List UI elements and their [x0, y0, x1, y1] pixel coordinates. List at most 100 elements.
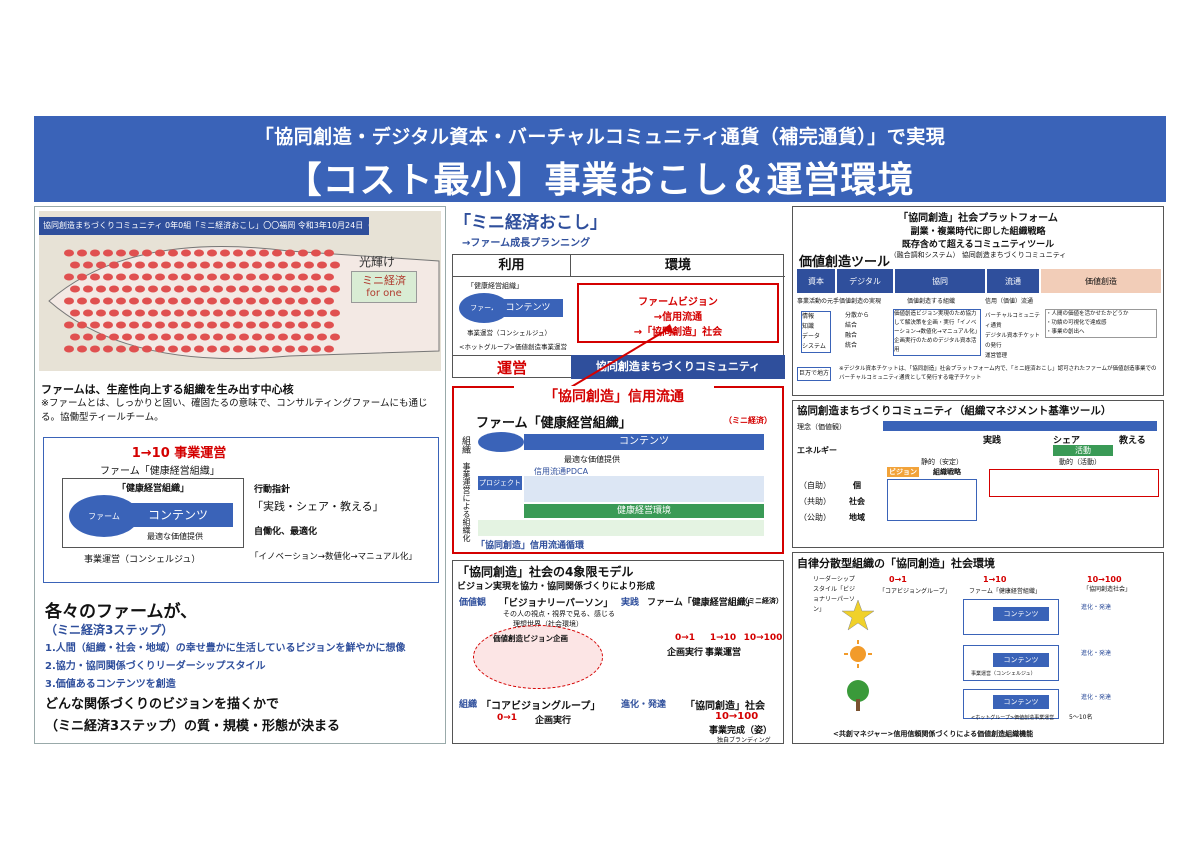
comm-strategy: 組織戦略 [933, 468, 961, 476]
auto-evo1: 進化・発達 [1081, 604, 1112, 611]
fish-scale [142, 273, 152, 281]
s1b-label: 企画実行 [666, 648, 703, 658]
fish-scale [285, 297, 295, 305]
tool-r1-0: 事業活動の元手 [797, 298, 840, 305]
fish-scale [285, 345, 295, 353]
fish-scale [64, 345, 74, 353]
fish-scale [142, 297, 152, 305]
fish-scale [135, 285, 145, 293]
fish-scale [70, 309, 80, 317]
fish-scale [213, 261, 223, 269]
credit-mini: （ミニ経済） [724, 416, 772, 425]
fish-scale [207, 321, 217, 329]
fish-scale [90, 345, 100, 353]
fish-scale [155, 249, 165, 257]
fish-scale [194, 249, 204, 257]
fish-scale [142, 249, 152, 257]
fish-scale [194, 321, 204, 329]
fish-scale [330, 333, 340, 341]
fish-scale [129, 321, 139, 329]
fish-scale [304, 285, 314, 293]
fish-scale [90, 249, 100, 257]
fish-scale [200, 309, 210, 317]
comm-box-blue [887, 479, 977, 521]
fish-scale [83, 309, 93, 317]
fish-scale [291, 333, 301, 341]
fish-scale [311, 249, 321, 257]
fish-scale [155, 345, 165, 353]
fish-scale [324, 249, 334, 257]
fish-scale [324, 297, 334, 305]
fish-scale [226, 333, 236, 341]
fish-scale [272, 249, 282, 257]
fish-scale [148, 261, 158, 269]
fish-scale [174, 261, 184, 269]
fish-scale [285, 321, 295, 329]
fish-scale [194, 345, 204, 353]
fish-scale [324, 321, 334, 329]
comm-practice: 実践 [983, 436, 1002, 446]
right-panel: 「協同創造」社会プラットフォーム 副業・複業時代に即した組織戦略 既存含めて超え… [792, 206, 1164, 744]
comm-node-person: 個 [853, 481, 861, 490]
header-line1: 「協同創造・デジタル資本・バーチャルコミュニティ通貨（補完通貨）」で実現 [254, 126, 946, 148]
credit-title: 「協同創造」信用流通 [514, 386, 714, 406]
fish-scale [122, 261, 132, 269]
bottom-title: 各々のファームが、 [45, 602, 198, 622]
fish-scale [109, 261, 119, 269]
auto-contents1: コンテンツ [993, 607, 1049, 621]
fish-scale [298, 273, 308, 281]
credit-foot: 「協同創造」信用流通循環 [476, 541, 585, 551]
credit-env: 健康経営環境 [524, 504, 764, 518]
fish-scale [174, 333, 184, 341]
tool-title: 価値創造ツール [799, 255, 891, 270]
fish-scale [103, 273, 113, 281]
fish-scale [181, 273, 191, 281]
auto-text: 「イノベーション→数値化→マニュアル化」 [250, 552, 417, 562]
fish-scale [220, 321, 230, 329]
tool-foot-label: 巨万で地方 [797, 367, 832, 381]
credit-project: プロジェクト [478, 476, 522, 490]
fish-scale [265, 261, 275, 269]
comm-node-region: 地域 [849, 513, 865, 522]
use-org: 「健康経営組織」 [467, 282, 523, 290]
credit-box: 「協同創造」信用流通 ファーム「健康経営組織」 （ミニ経済） 組織 事業運営によ… [452, 386, 784, 554]
fish-scale [304, 261, 314, 269]
header-banner: 「協同創造・デジタル資本・バーチャルコミュニティ通貨（補完通貨）」で実現 【コス… [34, 116, 1166, 202]
fish-scale [96, 333, 106, 341]
fish-scale [181, 297, 191, 305]
tool-cell3: 価値創造ビジョン実現のため協力して解決策を企画・実行「イノベーション→数値化→マ… [893, 309, 981, 356]
comm-node-society: 社会 [849, 497, 865, 506]
fish-scale [83, 261, 93, 269]
op-text: 事業運営（コンシェルジュ） [84, 555, 201, 565]
fish-scale [252, 333, 262, 341]
q2-title: ファーム「健康経営組織」 [647, 598, 755, 608]
fish-scale [168, 273, 178, 281]
fish-scale [252, 261, 262, 269]
fish-scale [233, 249, 243, 257]
fish-scale [174, 285, 184, 293]
fish-scale [90, 297, 100, 305]
comm-r2: エネルギー [797, 446, 837, 455]
fish-scale [259, 297, 269, 305]
fish-scale [220, 297, 230, 305]
comm-act: 活動 [1053, 445, 1113, 456]
comm-tag-mutual: （共助） [799, 497, 831, 506]
fish-scale [155, 273, 165, 281]
credit-env-band [478, 520, 764, 536]
fish-scale [220, 273, 230, 281]
s2b-label: 事業運営 [704, 648, 741, 658]
fish-scale [330, 261, 340, 269]
step3: 3.価値あるコンテンツを創造 [45, 679, 176, 690]
fish-scale [200, 285, 210, 293]
fish-scale [148, 333, 158, 341]
fish-scale [148, 285, 158, 293]
auto-evo3: 進化・発達 [1081, 694, 1112, 701]
fish-scale [96, 261, 106, 269]
fish-scale [207, 345, 217, 353]
fish-scale [259, 273, 269, 281]
comm-still: 静的（安定） [921, 458, 963, 466]
auto-contents3: コンテンツ [993, 695, 1049, 709]
fish-label1: 光輝け [359, 255, 396, 269]
q3-s1b: 企画実行 [535, 716, 572, 726]
fish-scale [122, 309, 132, 317]
